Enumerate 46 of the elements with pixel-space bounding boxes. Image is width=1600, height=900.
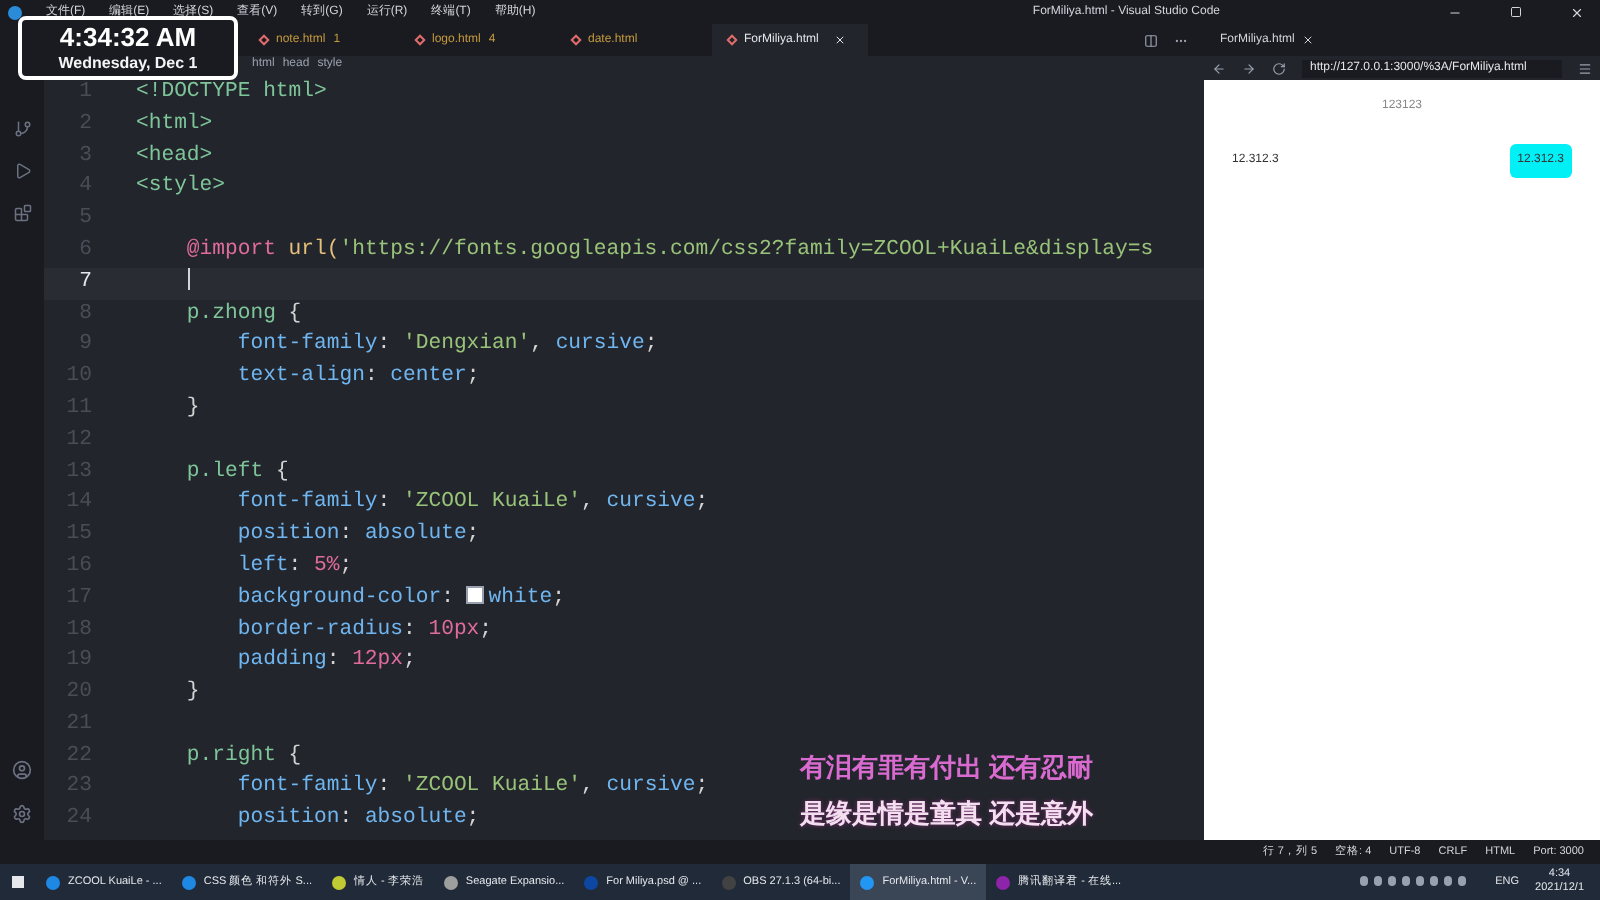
code-text: font-family: 'Dengxian', cursive; [235,332,658,357]
code-text: position: absolute; [235,806,480,831]
code-text: border-radius: 10px; [235,617,493,641]
code-text: background-color: white; [235,585,565,610]
close-tab-icon[interactable] [1302,34,1315,46]
file-icon [726,34,738,46]
code-text: p.left { [184,459,289,484]
code-text: } [184,395,200,420]
code-text: <!DOCTYPE html> [136,79,327,104]
file-icon [570,34,582,46]
text-cursor [188,268,190,291]
settings-icon[interactable] [12,804,32,824]
app-logo-icon [8,5,22,19]
source-control-icon[interactable] [13,120,31,138]
code-text: text-align: center; [235,364,480,389]
code-text: font-family: 'ZCOOL KuaiLe', cursive; [235,490,709,515]
code-text: p.zhong { [184,301,302,326]
code-text: <style> [136,174,226,199]
clock-date: Wednesday, Dec 1 [58,51,198,75]
code-text: position: absolute; [235,522,480,547]
close-icon[interactable] [1570,5,1584,19]
line-number: 7 [77,267,94,298]
subtitle-line: 有泪有罪有付出 还有忍耐 [800,750,1094,786]
menu-icon[interactable] [1578,61,1592,75]
file-icon [414,34,426,46]
code-text: } [184,680,200,705]
back-icon[interactable] [1212,61,1226,75]
run-icon[interactable] [13,162,31,180]
code-text: padding: 12px; [235,648,416,673]
restore-icon[interactable] [1510,6,1522,18]
split-editor-icon[interactable] [1144,33,1158,47]
code-text: p.right { [184,743,302,768]
code-text: left: 5%; [235,553,353,578]
windows-start-icon[interactable] [12,876,24,888]
clock-time: 4:34:32 AM [59,21,197,51]
subtitle-line: 是缘是情是童真 还是意外 [800,795,1094,831]
account-icon[interactable] [12,760,32,780]
close-tab-icon[interactable] [834,34,847,46]
code-text: <head> [136,143,213,168]
code-text: <html> [136,111,213,136]
code-text: @import url('https://fonts.googleapis.com/css2?family=ZCOOL+KuaiLe&display=s [184,237,1154,262]
file-icon [258,34,270,46]
refresh-icon[interactable] [1272,61,1286,75]
code-text: font-family: 'ZCOOL KuaiLe', cursive; [235,774,709,799]
forward-icon[interactable] [1242,61,1256,75]
extensions-icon[interactable] [13,204,31,222]
